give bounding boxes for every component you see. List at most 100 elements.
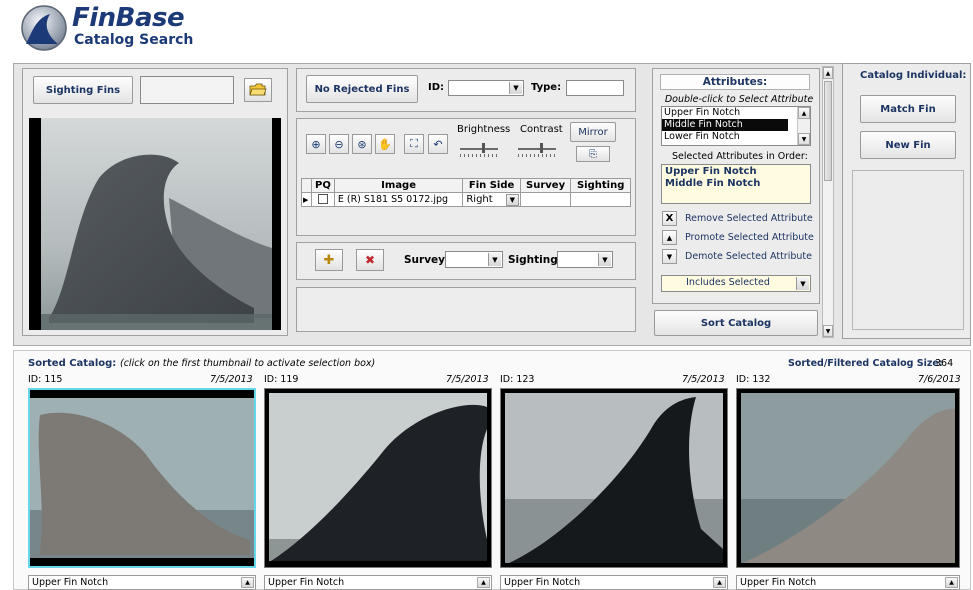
thumb-date: 7/6/2013 (918, 374, 961, 385)
attributes-list[interactable]: Upper Fin Notch Middle Fin Notch Lower F… (661, 106, 811, 146)
open-folder-button[interactable] (244, 78, 272, 102)
sorted-catalog-hint: (click on the first thumbnail to activat… (120, 358, 376, 369)
mirror-button[interactable]: Mirror (570, 122, 616, 142)
pq-header: PQ (311, 178, 335, 193)
list-item[interactable]: Middle Fin Notch (662, 178, 810, 190)
new-fin-button[interactable]: New Fin (860, 131, 956, 159)
scroll-up-icon[interactable]: ▲ (798, 107, 810, 119)
fin-side-value: Right (466, 194, 493, 205)
thumb-caption[interactable]: Upper Fin Notch ▲ (500, 575, 728, 590)
fullscreen-icon: ⛶ (410, 137, 418, 150)
list-item[interactable]: Upper Fin Notch (662, 107, 810, 119)
promote-attribute-label[interactable]: Promote Selected Attribute (685, 232, 814, 243)
thumb-date: 7/5/2013 (210, 374, 253, 385)
delete-image-button[interactable]: ✖ (356, 249, 384, 271)
chevron-down-icon[interactable]: ▼ (505, 194, 519, 206)
zoom-out-icon: ⊖ (334, 137, 344, 151)
zoom-out-button[interactable]: ⊖ (329, 134, 349, 154)
contrast-label: Contrast (520, 124, 563, 135)
image-header: Image (333, 178, 464, 193)
thumb-id: ID: 115 (28, 374, 63, 385)
delete-icon: ✖ (364, 253, 376, 267)
zoom-in-button[interactable]: ⊕ (306, 134, 326, 154)
match-fin-button[interactable]: Match Fin (860, 95, 956, 123)
sighting-combo[interactable]: ▼ (557, 251, 613, 268)
list-item[interactable]: Lower Fin Notch (662, 131, 810, 143)
sighting-name-field[interactable] (140, 76, 234, 104)
scroll-down-icon[interactable]: ▼ (823, 325, 833, 337)
scroll-thumb[interactable] (824, 81, 832, 181)
brightness-slider[interactable] (460, 143, 498, 157)
no-rejected-fins-label: No Rejected Fins (314, 83, 410, 95)
fin-side-header: Fin Side (462, 178, 521, 193)
selected-attributes-box[interactable]: Upper Fin Notch Middle Fin Notch (661, 164, 811, 204)
thumb-date: 7/5/2013 (446, 374, 489, 385)
app-header: FinBase Catalog Search (0, 0, 973, 58)
attributes-title: Attributes: (660, 74, 810, 90)
scroll-up-icon[interactable]: ▲ (945, 577, 958, 588)
list-item-selected[interactable]: Middle Fin Notch (662, 119, 788, 131)
app-title: FinBase (72, 3, 185, 33)
thumb-caption[interactable]: Upper Fin Notch ▲ (264, 575, 492, 590)
scroll-down-icon[interactable]: ▼ (798, 133, 810, 145)
promote-attribute-button[interactable]: ▲ (662, 230, 677, 245)
sighting-label: Sighting: (508, 254, 562, 266)
undo-icon: ↶ (433, 137, 443, 151)
thumb-date: 7/5/2013 (682, 374, 725, 385)
sighting-image[interactable] (29, 118, 281, 330)
thumb-caption[interactable]: Upper Fin Notch ▲ (28, 575, 256, 590)
chevron-down-icon[interactable]: ▼ (598, 253, 611, 266)
thumb-id: ID: 119 (264, 374, 299, 385)
list-item[interactable]: Upper Fin Notch (662, 165, 810, 178)
scroll-up-icon[interactable]: ▲ (477, 577, 490, 588)
catalog-thumbnail[interactable] (736, 388, 960, 568)
remove-attribute-label[interactable]: Remove Selected Attribute (685, 213, 813, 224)
image-cell[interactable]: E (R) S181 S5 0172.jpg (333, 192, 464, 207)
finbase-logo-icon (21, 5, 67, 51)
catalog-thumbnail[interactable] (28, 388, 256, 568)
attributes-hint: Double-click to Select Attribute (664, 94, 814, 105)
app-subtitle: Catalog Search (74, 32, 194, 48)
add-image-button[interactable]: ✚ (315, 249, 343, 271)
row-selector-header (301, 178, 312, 193)
thumb-caption[interactable]: Upper Fin Notch ▲ (736, 575, 960, 590)
survey-combo[interactable]: ▼ (445, 251, 503, 268)
scroll-up-icon[interactable]: ▲ (241, 577, 254, 588)
copy-button[interactable]: ⎘ (576, 146, 610, 162)
catalog-thumbnail[interactable] (264, 388, 492, 568)
survey-cell[interactable] (519, 192, 572, 207)
attributes-list-scrollbar[interactable]: ▲ ▼ (797, 107, 810, 145)
pan-button[interactable]: ✋ (375, 134, 395, 154)
fin-side-cell[interactable]: Right ▼ (462, 192, 521, 207)
notes-box[interactable] (296, 287, 636, 332)
contrast-slider[interactable] (518, 143, 556, 157)
match-fin-label: Match Fin (880, 103, 936, 115)
sighting-fins-button[interactable]: Sighting Fins (33, 76, 133, 104)
filter-combo[interactable]: Includes Selected ▼ (661, 275, 811, 292)
no-rejected-fins-button[interactable]: No Rejected Fins (306, 75, 418, 103)
thumb-id: ID: 132 (736, 374, 771, 385)
undo-button[interactable]: ↶ (428, 134, 448, 154)
fullscreen-button[interactable]: ⛶ (404, 134, 424, 154)
table-row[interactable]: ▶ E (R) S181 S5 0172.jpg Right ▼ (301, 192, 631, 207)
sighting-fins-label: Sighting Fins (45, 84, 121, 96)
sighting-header: Sighting (570, 178, 631, 193)
attributes-panel-scrollbar[interactable]: ▲ ▼ (822, 66, 834, 338)
pq-checkbox[interactable] (317, 194, 328, 204)
catalog-thumbnail[interactable] (500, 388, 728, 568)
sort-catalog-button[interactable]: Sort Catalog (654, 310, 818, 336)
type-field[interactable] (566, 80, 624, 96)
thumb-caption-text: Upper Fin Notch (740, 577, 817, 588)
id-combo[interactable]: ▼ (448, 80, 524, 96)
zoom-fit-button[interactable]: ⊛ (352, 134, 372, 154)
chevron-down-icon[interactable]: ▼ (509, 82, 522, 94)
chevron-down-icon[interactable]: ▼ (796, 277, 809, 290)
scroll-up-icon[interactable]: ▲ (713, 577, 726, 588)
sighting-cell[interactable] (570, 192, 631, 207)
remove-attribute-button[interactable]: X (662, 211, 677, 226)
chevron-down-icon[interactable]: ▼ (488, 253, 501, 266)
copy-icon: ⎘ (589, 148, 597, 160)
demote-attribute-button[interactable]: ▼ (662, 249, 677, 264)
scroll-up-icon[interactable]: ▲ (823, 67, 833, 79)
demote-attribute-label[interactable]: Demote Selected Attribute (685, 251, 812, 262)
